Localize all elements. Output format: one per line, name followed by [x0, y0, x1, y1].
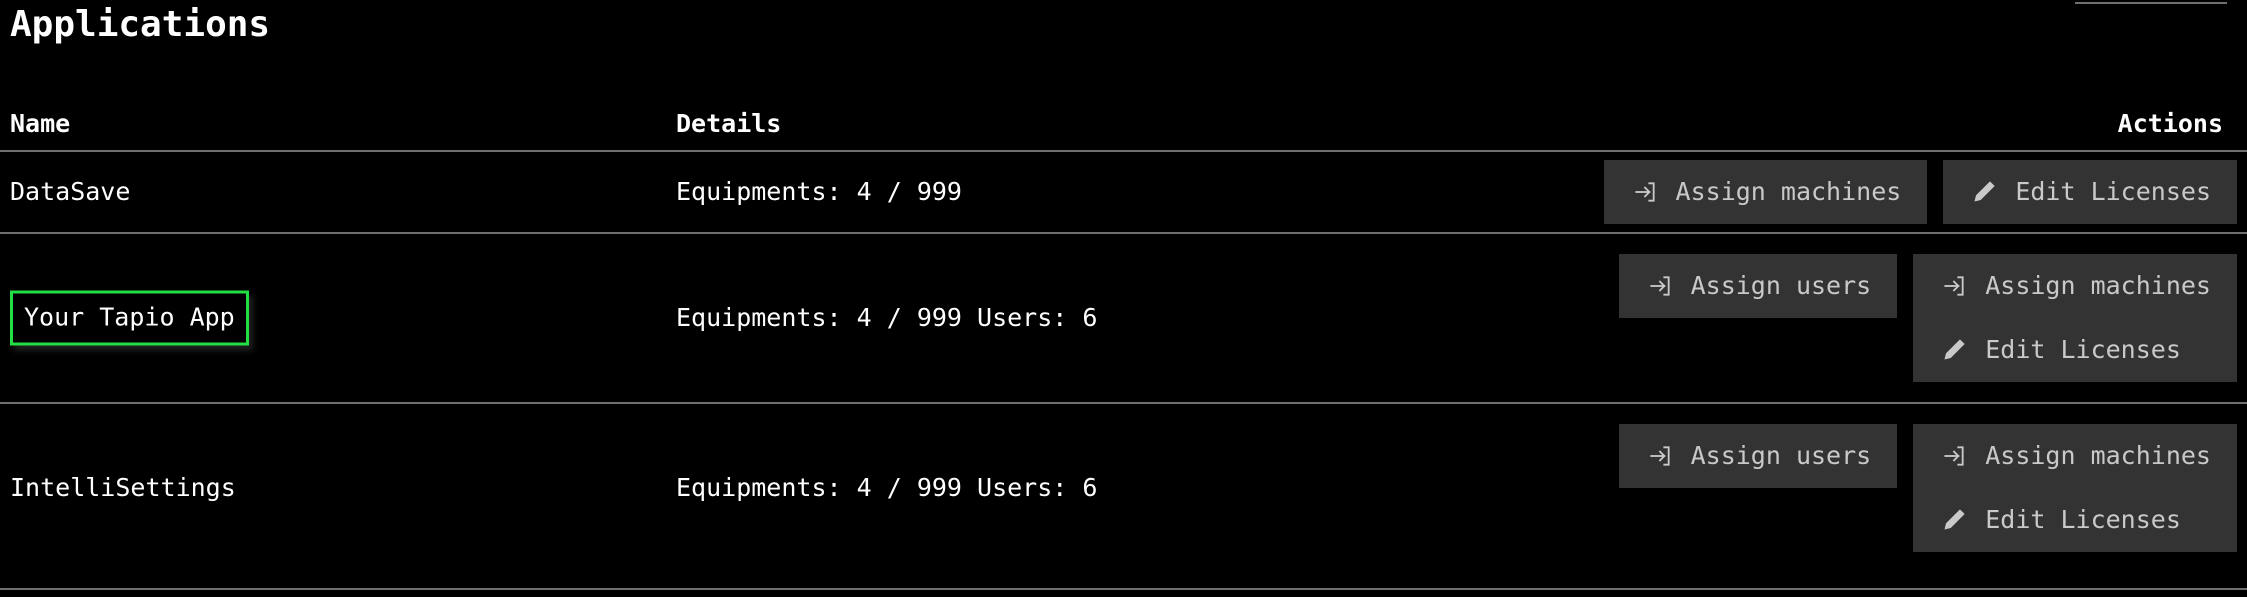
action-button-stack: Assign machines Edit Licenses: [1913, 424, 2237, 552]
table-row: Your Tapio App Equipments: 4 / 999 Users…: [0, 234, 2247, 402]
button-label: Assign users: [1690, 441, 1872, 470]
assign-machines-button[interactable]: Assign machines: [1913, 424, 2237, 488]
edit-licenses-button[interactable]: Edit Licenses: [1943, 160, 2237, 224]
cell-actions: Assign users Assign machines Edit Licens…: [1618, 424, 2237, 552]
login-arrow-icon: [1941, 273, 1967, 299]
table-header-row: Name Details Actions: [0, 104, 2247, 150]
button-label: Assign machines: [1985, 271, 2211, 300]
top-edge-rule: [2075, 2, 2227, 4]
cell-actions: Assign users Assign machines Edit Licens…: [1618, 254, 2237, 382]
pencil-icon: [1941, 507, 1967, 533]
table-row: DataSave Equipments: 4 / 999 Assign mach…: [0, 152, 2247, 232]
app-name-text: DataSave: [10, 177, 131, 206]
button-label: Assign machines: [1985, 441, 2211, 470]
login-arrow-icon: [1941, 443, 1967, 469]
cell-app-details: Equipments: 4 / 999 Users: 6: [676, 303, 1098, 332]
cell-app-name: DataSave: [10, 175, 130, 209]
column-header-details: Details: [676, 109, 782, 138]
login-arrow-icon: [1647, 273, 1673, 299]
edit-licenses-button[interactable]: Edit Licenses: [1913, 488, 2237, 552]
column-header-name: Name: [10, 109, 71, 138]
applications-table: Name Details Actions DataSave Equipments…: [0, 104, 2247, 572]
assign-users-button[interactable]: Assign users: [1618, 254, 1898, 318]
app-name-text: IntelliSettings: [10, 473, 236, 502]
cell-app-name: Your Tapio App: [10, 290, 249, 346]
cell-app-details: Equipments: 4 / 999 Users: 6: [676, 473, 1098, 502]
table-row: IntelliSettings Equipments: 4 / 999 User…: [0, 404, 2247, 572]
button-label: Edit Licenses: [1985, 335, 2181, 364]
table-bottom-divider: [0, 588, 2247, 590]
button-label: Edit Licenses: [2015, 177, 2211, 206]
login-arrow-icon: [1632, 179, 1658, 205]
button-label: Assign users: [1690, 271, 1872, 300]
cell-actions: Assign machines Edit Licenses: [1603, 160, 2237, 224]
pencil-icon: [1971, 179, 1997, 205]
assign-users-button[interactable]: Assign users: [1618, 424, 1898, 488]
page-title: Applications: [10, 4, 271, 45]
applications-page: Applications Name Details Actions DataSa…: [0, 0, 2247, 597]
cell-app-name: IntelliSettings: [10, 471, 236, 505]
button-label: Assign machines: [1675, 177, 1902, 206]
pencil-icon: [1941, 337, 1967, 363]
edit-licenses-button[interactable]: Edit Licenses: [1913, 318, 2237, 382]
column-header-actions: Actions: [2117, 109, 2223, 138]
app-name-highlighted[interactable]: Your Tapio App: [10, 290, 249, 346]
assign-machines-button[interactable]: Assign machines: [1603, 160, 1928, 224]
action-button-stack: Assign machines Edit Licenses: [1913, 254, 2237, 382]
button-label: Edit Licenses: [1985, 505, 2181, 534]
assign-machines-button[interactable]: Assign machines: [1913, 254, 2237, 318]
login-arrow-icon: [1647, 443, 1673, 469]
cell-app-details: Equipments: 4 / 999: [676, 177, 962, 206]
